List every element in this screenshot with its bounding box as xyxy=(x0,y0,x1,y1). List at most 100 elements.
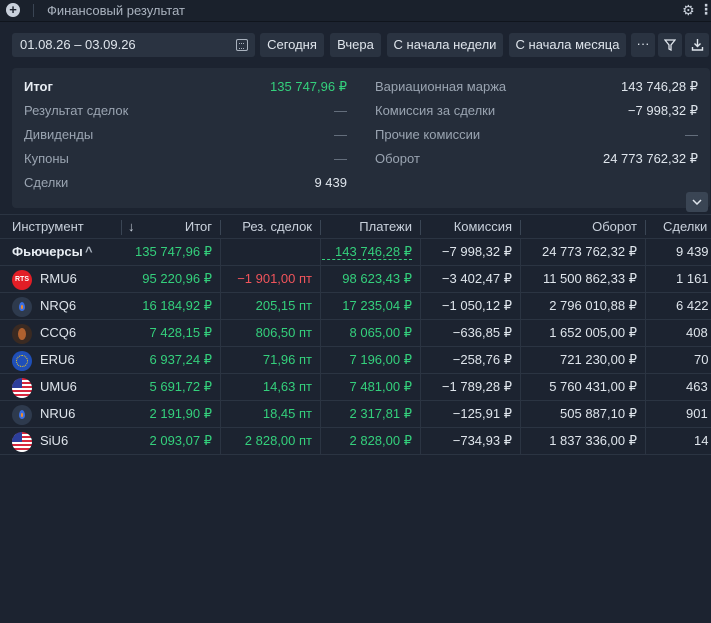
chevron-down-icon[interactable] xyxy=(686,192,708,212)
row-trades: 408 xyxy=(686,325,708,340)
yesterday-button[interactable]: Вчера xyxy=(330,33,381,57)
summary-deals-result-label: Результат сделок xyxy=(24,103,129,118)
more-vertical-icon[interactable]: ⋮ xyxy=(699,1,711,18)
row-result: 205,15 пт xyxy=(255,298,312,313)
header-turnover[interactable]: Оборот xyxy=(540,219,637,234)
row-instrument: ERU6 xyxy=(40,352,75,367)
row-total: 2 191,90 ₽ xyxy=(149,406,213,421)
row-commission: −258,76 ₽ xyxy=(452,352,512,367)
row-result: 14,63 пт xyxy=(262,379,312,394)
row-turnover: 1 837 336,00 ₽ xyxy=(549,433,637,448)
plus-circle-icon[interactable]: + xyxy=(6,3,20,17)
row-trades: 70 xyxy=(694,352,709,367)
chevron-up-icon[interactable]: ^ xyxy=(85,244,93,259)
header-trades[interactable]: Сделки xyxy=(663,219,707,234)
row-total: 2 093,07 ₽ xyxy=(149,433,213,448)
summary-dividends-label: Дивиденды xyxy=(24,127,94,142)
table-row[interactable]: ERU6 6 937,24 ₽ 71,96 пт 7 196,00 ₽ −258… xyxy=(0,347,711,374)
row-trades: 14 xyxy=(694,433,709,448)
more-periods-button[interactable]: ··· xyxy=(631,33,655,57)
row-commission: −125,91 ₽ xyxy=(452,406,512,421)
column-divider xyxy=(645,239,646,455)
column-divider xyxy=(420,239,421,455)
table-row[interactable]: UMU6 5 691,72 ₽ 14,63 пт 7 481,00 ₽ −1 7… xyxy=(0,374,711,401)
row-instrument: NRU6 xyxy=(40,406,76,421)
row-payments: 98 623,43 ₽ xyxy=(342,271,412,286)
toolbar: 01.08.26 – 03.09.26 Сегодня Вчера С нача… xyxy=(0,22,711,66)
table-row[interactable]: NRQ6 16 184,92 ₽ 205,15 пт 17 235,04 ₽ −… xyxy=(0,293,711,320)
row-payments: 7 196,00 ₽ xyxy=(349,352,413,367)
column-divider xyxy=(220,239,221,455)
row-payments: 7 481,00 ₽ xyxy=(349,379,413,394)
row-instrument: RMU6 xyxy=(40,271,77,286)
table-row[interactable]: CCQ6 7 428,15 ₽ 806,50 пт 8 065,00 ₽ −63… xyxy=(0,320,711,347)
row-instrument: UMU6 xyxy=(40,379,77,394)
row-trades: 1 161 xyxy=(676,271,709,286)
row-payments: 17 235,04 ₽ xyxy=(342,298,412,313)
header-deals-result[interactable]: Рез. сделок xyxy=(230,219,312,234)
row-payments: 2 317,81 ₽ xyxy=(349,406,413,421)
row-total: 5 691,72 ₽ xyxy=(149,379,213,394)
window-titlebar: + Финансовый результат ⚙ ⋮ xyxy=(0,0,711,22)
table-row[interactable]: RTS RMU6 95 220,96 ₽ −1 901,00 пт 98 623… xyxy=(0,266,711,293)
us-flag-icon xyxy=(12,432,32,452)
row-result: −1 901,00 пт xyxy=(237,271,312,286)
row-result: 18,45 пт xyxy=(262,406,312,421)
group-commission: −7 998,32 ₽ xyxy=(441,244,512,259)
sort-desc-icon[interactable]: ↓ xyxy=(128,219,135,234)
row-instrument: SiU6 xyxy=(40,433,69,448)
summary-panel: Итог 135 747,96 ₽ Результат сделок — Див… xyxy=(12,68,710,208)
group-trades: 9 439 xyxy=(676,244,709,259)
table-header: Инструмент ↓ Итог Рез. сделок Платежи Ко… xyxy=(0,214,711,239)
month-start-button[interactable]: С начала месяца xyxy=(509,33,626,57)
row-trades: 901 xyxy=(686,406,708,421)
header-instrument[interactable]: Инструмент xyxy=(12,219,84,234)
row-total: 16 184,92 ₽ xyxy=(142,298,212,313)
header-payments[interactable]: Платежи xyxy=(330,219,412,234)
cocoa-bean-icon xyxy=(12,324,32,344)
row-result: 71,96 пт xyxy=(262,352,312,367)
column-divider xyxy=(520,239,521,455)
summary-trades-value: 9 439 xyxy=(314,175,347,190)
summary-total-value: 135 747,96 ₽ xyxy=(270,79,347,94)
gear-icon[interactable]: ⚙ xyxy=(682,2,695,19)
today-button[interactable]: Сегодня xyxy=(260,33,324,57)
header-commission[interactable]: Комиссия xyxy=(430,219,512,234)
row-commission: −1 050,12 ₽ xyxy=(441,298,512,313)
row-turnover: 2 796 010,88 ₽ xyxy=(549,298,637,313)
row-total: 95 220,96 ₽ xyxy=(142,271,212,286)
summary-deal-commission-value: −7 998,32 ₽ xyxy=(627,103,698,118)
summary-trades-label: Сделки xyxy=(24,175,69,190)
week-start-button[interactable]: С начала недели xyxy=(387,33,503,57)
download-icon[interactable] xyxy=(685,33,709,57)
calendar-icon[interactable] xyxy=(236,39,248,51)
filter-icon[interactable] xyxy=(658,33,682,57)
date-range-input[interactable]: 01.08.26 – 03.09.26 xyxy=(12,33,255,57)
row-commission: −1 789,28 ₽ xyxy=(441,379,512,394)
window-title: Финансовый результат xyxy=(47,3,185,18)
oil-drop-icon xyxy=(12,297,32,317)
date-range-value: 01.08.26 – 03.09.26 xyxy=(20,37,136,52)
table-row[interactable]: SiU6 2 093,07 ₽ 2 828,00 пт 2 828,00 ₽ −… xyxy=(0,428,711,455)
summary-coupons-value: — xyxy=(334,151,347,166)
header-total[interactable]: Итог xyxy=(150,219,212,234)
rts-logo-icon: RTS xyxy=(12,270,32,290)
group-payments[interactable]: 143 746,28 ₽ xyxy=(322,244,412,260)
row-total: 6 937,24 ₽ xyxy=(149,352,213,367)
row-commission: −636,85 ₽ xyxy=(452,325,512,340)
summary-deals-result-value: — xyxy=(334,103,347,118)
column-divider xyxy=(320,239,321,455)
row-commission: −734,93 ₽ xyxy=(452,433,512,448)
us-flag-icon xyxy=(12,378,32,398)
group-total: 135 747,96 ₽ xyxy=(135,244,212,259)
summary-variation-margin-label: Вариационная маржа xyxy=(375,79,507,94)
group-turnover: 24 773 762,32 ₽ xyxy=(541,244,637,259)
row-trades: 6 422 xyxy=(676,298,709,313)
table-row[interactable]: NRU6 2 191,90 ₽ 18,45 пт 2 317,81 ₽ −125… xyxy=(0,401,711,428)
summary-dividends-value: — xyxy=(334,127,347,142)
summary-turnover-value: 24 773 762,32 ₽ xyxy=(602,151,698,166)
table-group-row[interactable]: Фьючерсы ^ 135 747,96 ₽ 143 746,28 ₽ −7 … xyxy=(0,239,711,266)
row-instrument: NRQ6 xyxy=(40,298,77,313)
group-name: Фьючерсы xyxy=(12,244,83,259)
eu-flag-icon xyxy=(12,351,32,371)
